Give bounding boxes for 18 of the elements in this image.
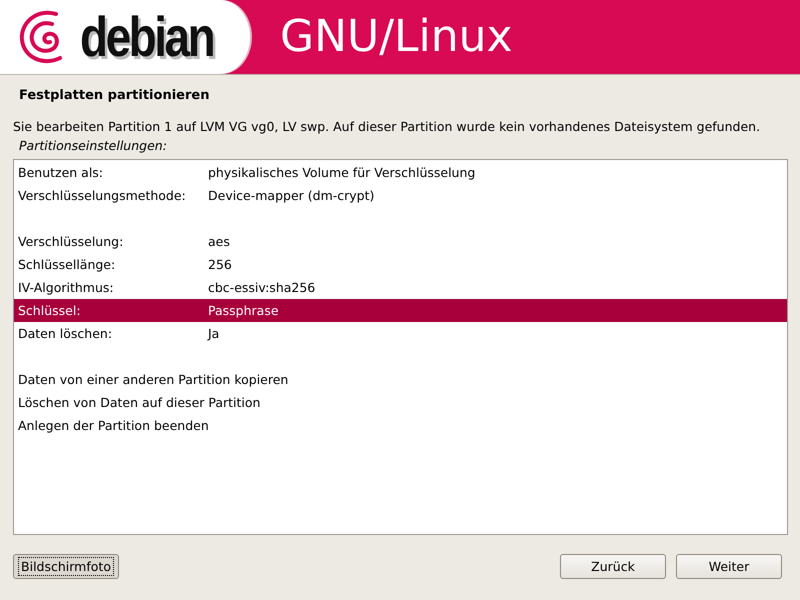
list-item[interactable]: Löschen von Daten auf dieser Partition: [14, 391, 787, 414]
list-item[interactable]: Benutzen als: physikalisches Volume für Verschlüsselung: [14, 161, 787, 184]
banner-title: GNU/Linux: [280, 15, 513, 59]
list-item[interactable]: IV-Algorithmus: cbc-essiv:sha256: [14, 276, 787, 299]
list-item[interactable]: Daten löschen: Ja: [14, 322, 787, 345]
list-item[interactable]: Anlegen der Partition beenden: [14, 414, 787, 437]
page-heading: Festplatten partitionieren: [19, 88, 210, 103]
continue-button[interactable]: Weiter: [676, 554, 782, 579]
description-text: Sie bearbeiten Partition 1 auf LVM VG vg0, LV swp. Auf dieser Partition wurde kein vorhandenes Dateisystem gefunden.: [13, 119, 762, 134]
logo-text: debian: [80, 9, 214, 65]
screenshot-button[interactable]: Bildschirmfoto: [13, 554, 119, 579]
list-item[interactable]: Daten von einer anderen Partition kopieren: [14, 368, 787, 391]
list-label: Partitionseinstellungen:: [19, 138, 168, 153]
list-item[interactable]: Schlüssel: Passphrase: [14, 299, 787, 322]
back-button[interactable]: Zurück: [560, 554, 666, 579]
list-item[interactable]: Verschlüsselungsmethode: Device-mapper (dm-crypt): [14, 184, 787, 207]
list-item[interactable]: Schlüssellänge: 256: [14, 253, 787, 276]
list-item[interactable]: Verschlüsselung: aes: [14, 230, 787, 253]
